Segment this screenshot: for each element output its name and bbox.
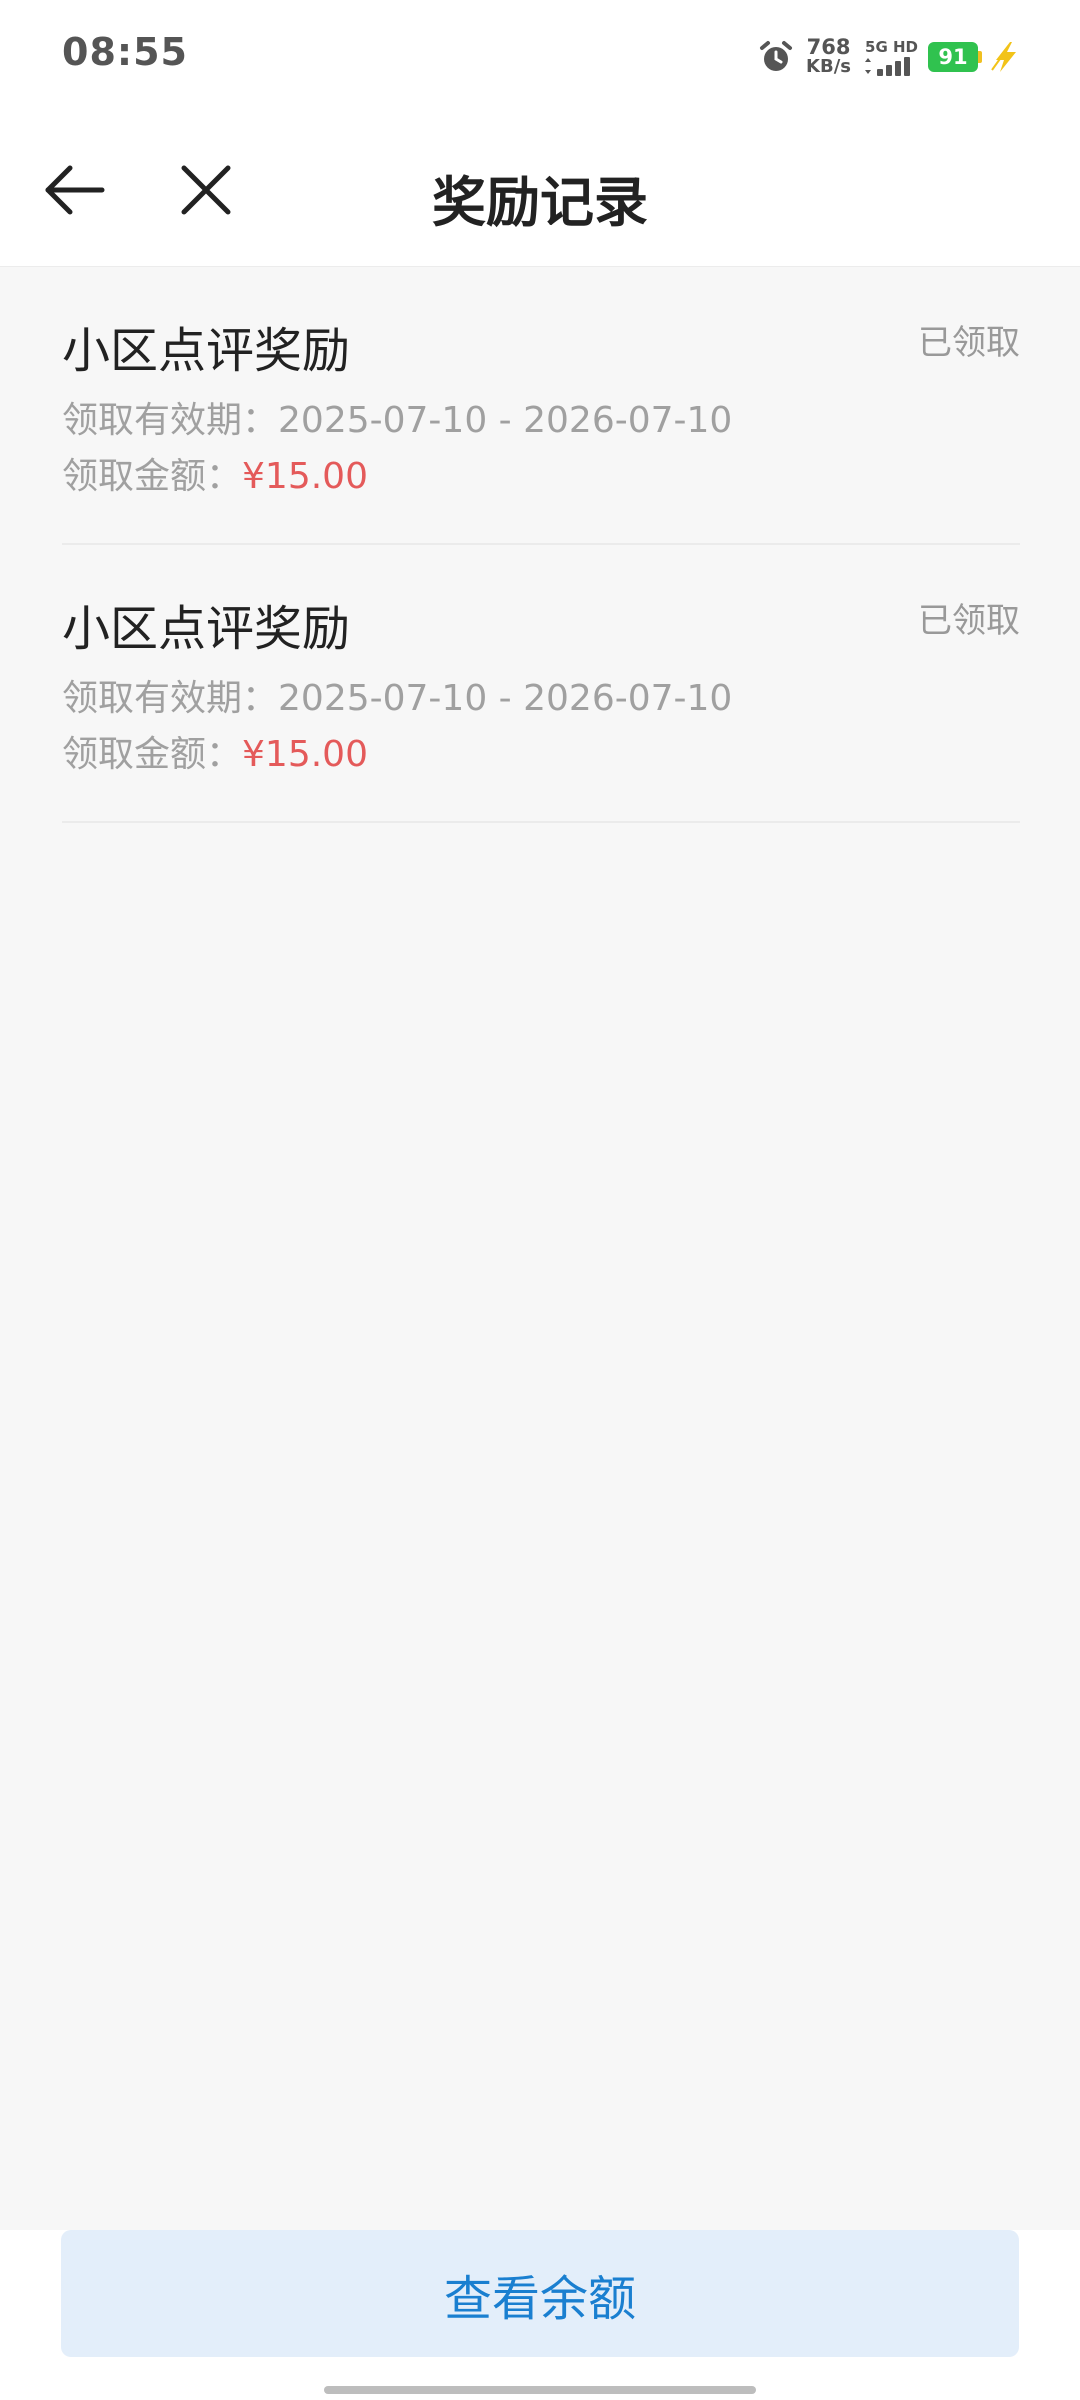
amount-value: ¥15.00 [242,456,368,497]
status-time: 08:55 [62,30,188,74]
list-item[interactable]: 小区点评奖励 已领取 领取有效期：2025-07-10 - 2026-07-10… [62,267,1020,545]
amount-label: 领取金额： [62,456,243,497]
record-validity: 领取有效期：2025-07-10 - 2026-07-10 [62,391,732,443]
validity-range: 2025-07-10 - 2026-07-10 [278,678,733,719]
network-type: 5G HD [865,37,918,56]
list-item[interactable]: 小区点评奖励 已领取 领取有效期：2025-07-10 - 2026-07-10… [62,545,1020,823]
network-speed-unit: KB/s [806,56,852,77]
nav-header: 奖励记录 [0,112,1080,267]
status-badge: 已领取 [918,601,1020,641]
validity-label: 领取有效期： [62,400,279,441]
bottom-action-bar: 查看余额 [0,2230,1080,2400]
record-title: 小区点评奖励 [62,601,351,657]
record-title: 小区点评奖励 [62,323,351,379]
cellular-signal: 5G HD [865,37,918,76]
signal-icon [865,56,911,76]
record-amount-line: 领取金额：¥15.00 [62,725,368,777]
status-bar: 08:55 768 KB/s 5G HD 91 [0,0,1080,112]
reward-record-list: 小区点评奖励 已领取 领取有效期：2025-07-10 - 2026-07-10… [62,267,1020,823]
battery-tip [978,51,982,63]
home-indicator[interactable] [324,2386,756,2394]
alarm-icon [760,41,793,71]
battery-icon: 91 [928,42,978,72]
validity-range: 2025-07-10 - 2026-07-10 [278,400,733,441]
status-badge: 已领取 [918,323,1020,363]
validity-label: 领取有效期： [62,678,279,719]
network-speed: 768 KB/s [806,35,852,77]
amount-label: 领取金额： [62,734,243,775]
status-icons: 768 KB/s 5G HD 91 [758,32,1020,82]
charging-icon [991,42,1016,72]
page-title: 奖励记录 [432,171,648,234]
record-validity: 领取有效期：2025-07-10 - 2026-07-10 [62,669,732,721]
network-speed-value: 768 [806,35,851,59]
record-amount-line: 领取金额：¥15.00 [62,447,368,499]
battery-level: 91 [938,45,968,69]
amount-value: ¥15.00 [242,734,368,775]
view-balance-button[interactable]: 查看余额 [61,2230,1019,2357]
